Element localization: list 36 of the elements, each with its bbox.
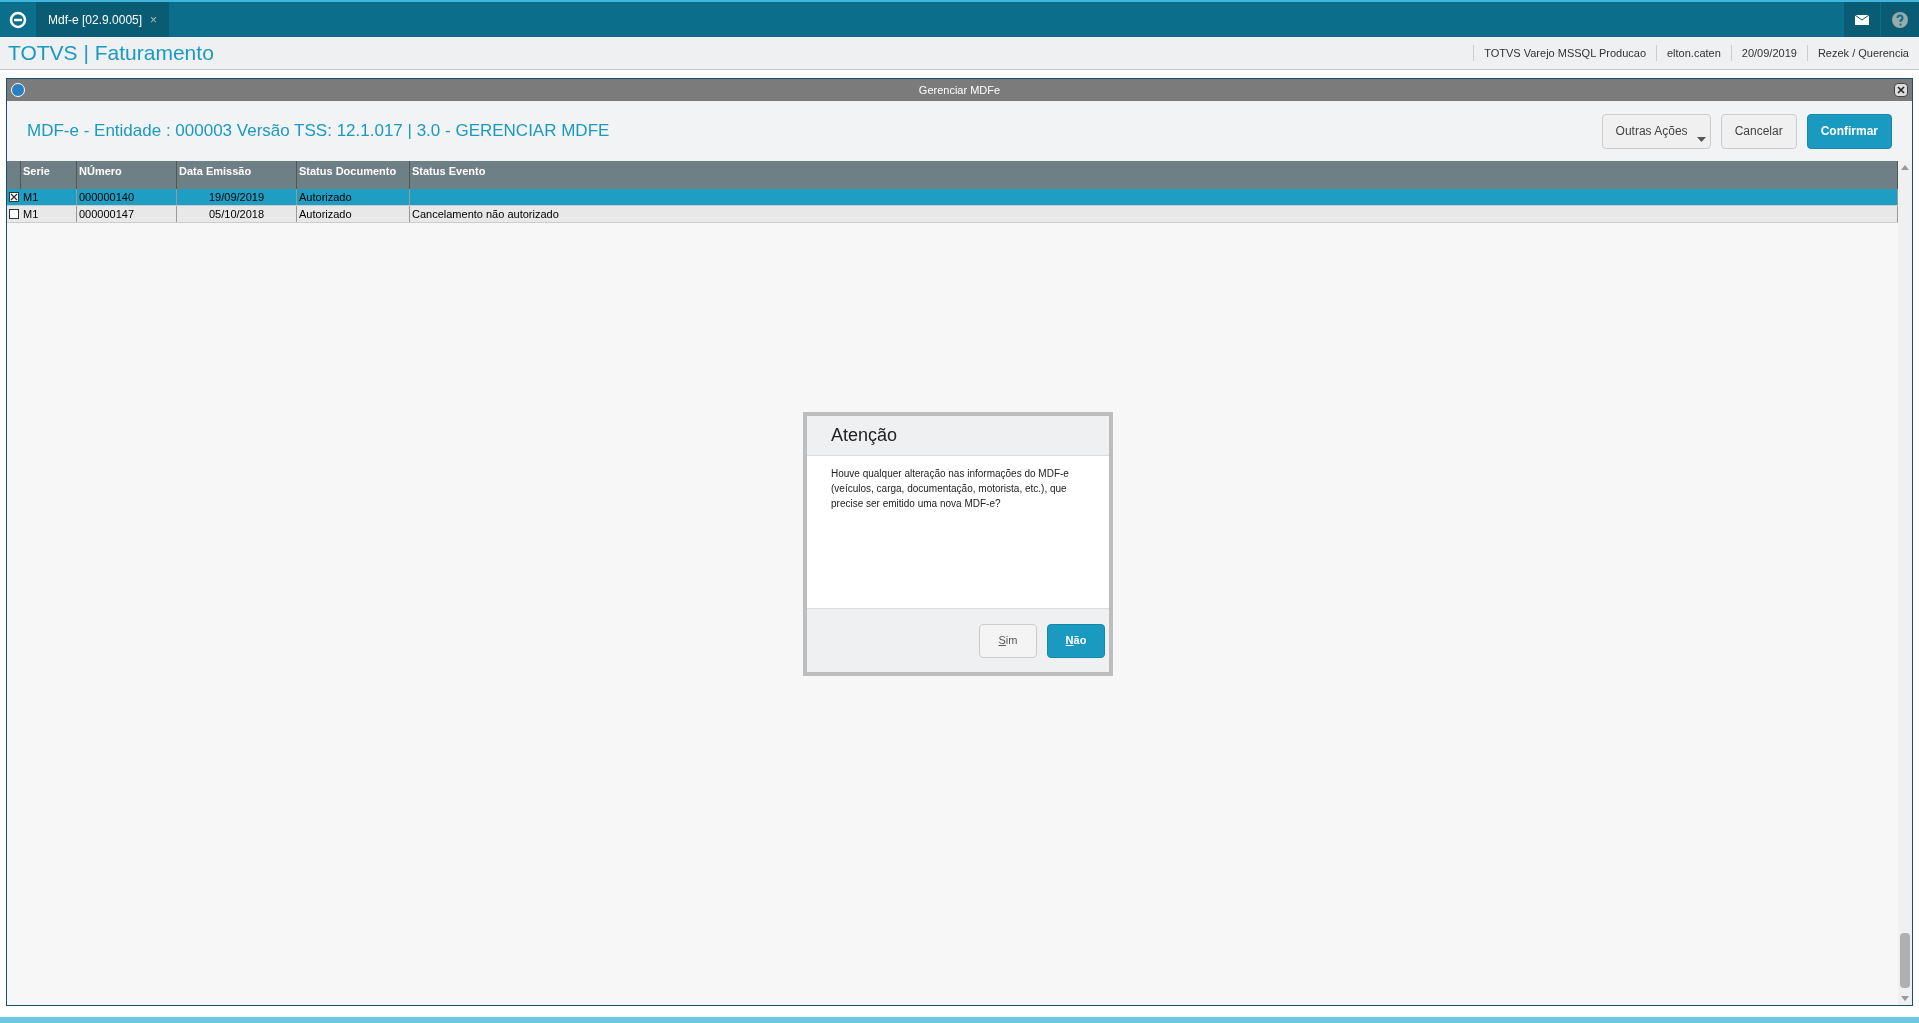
module-tab[interactable]: Mdf-e [02.9.0005] × (36, 2, 170, 37)
dialog-button[interactable]: Sim (979, 623, 1037, 658)
header-info: TOTVS Varejo MSSQL Producao (1473, 44, 1656, 62)
caret-icon (1696, 136, 1706, 142)
row-checkbox[interactable] (9, 192, 19, 202)
scrollbar-thumb[interactable] (1900, 933, 1910, 988)
confirm-button[interactable]: Confirmar (1806, 113, 1892, 149)
table-cell: 000000140 (79, 191, 135, 203)
header-info: Rezek / Querencia (1806, 44, 1919, 62)
help-icon[interactable] (1881, 2, 1919, 37)
table-cell: M1 (23, 208, 39, 220)
dialog-message: Houve qualquer alteração nas informações do MDF-e (veículos, carga, documentação, motorista, etc.), que precise ser emitido uma nova MDF-e? (831, 467, 1070, 511)
table-cell: 000000147 (79, 208, 135, 220)
table-cell: Autorizado (299, 191, 352, 203)
dialog-title: Atenção (831, 424, 898, 447)
table-cell: 05/10/2018 (208, 208, 265, 220)
default-button[interactable]: Não (1047, 623, 1105, 658)
app-title: TOTVS | Faturamento (7, 40, 214, 67)
page-heading: MDF-e - Entidade : 000003 Versão TSS: 12.1.017 | 3.0 - GERENCIAR MDFE (27, 120, 611, 143)
window-icon (11, 83, 25, 97)
table-cell: M1 (23, 191, 39, 203)
table-cell: Autorizado (299, 208, 352, 220)
header-info: elton.caten (1656, 44, 1731, 62)
row-checkbox[interactable] (9, 209, 19, 219)
table-cell: 19/09/2019 (208, 191, 265, 203)
table-row[interactable]: M1 000000147 05/10/2018 Autorizado Cancelamento não autorizado (7, 206, 1898, 223)
window-title: Gerenciar MDFe (917, 82, 1002, 98)
actions-button[interactable]: Outras Ações (1601, 113, 1711, 149)
close-icon[interactable]: × (150, 10, 158, 29)
close-button[interactable] (1894, 83, 1908, 97)
cancel-button[interactable]: Cancelar (1720, 113, 1797, 149)
table-cell: Cancelamento não autorizado (412, 208, 559, 220)
logo-icon (9, 10, 27, 29)
table-row[interactable]: M1 000000140 19/09/2019 Autorizado (7, 189, 1898, 206)
header-info: 20/09/2019 (1730, 44, 1807, 62)
mail-icon[interactable] (1844, 2, 1880, 37)
